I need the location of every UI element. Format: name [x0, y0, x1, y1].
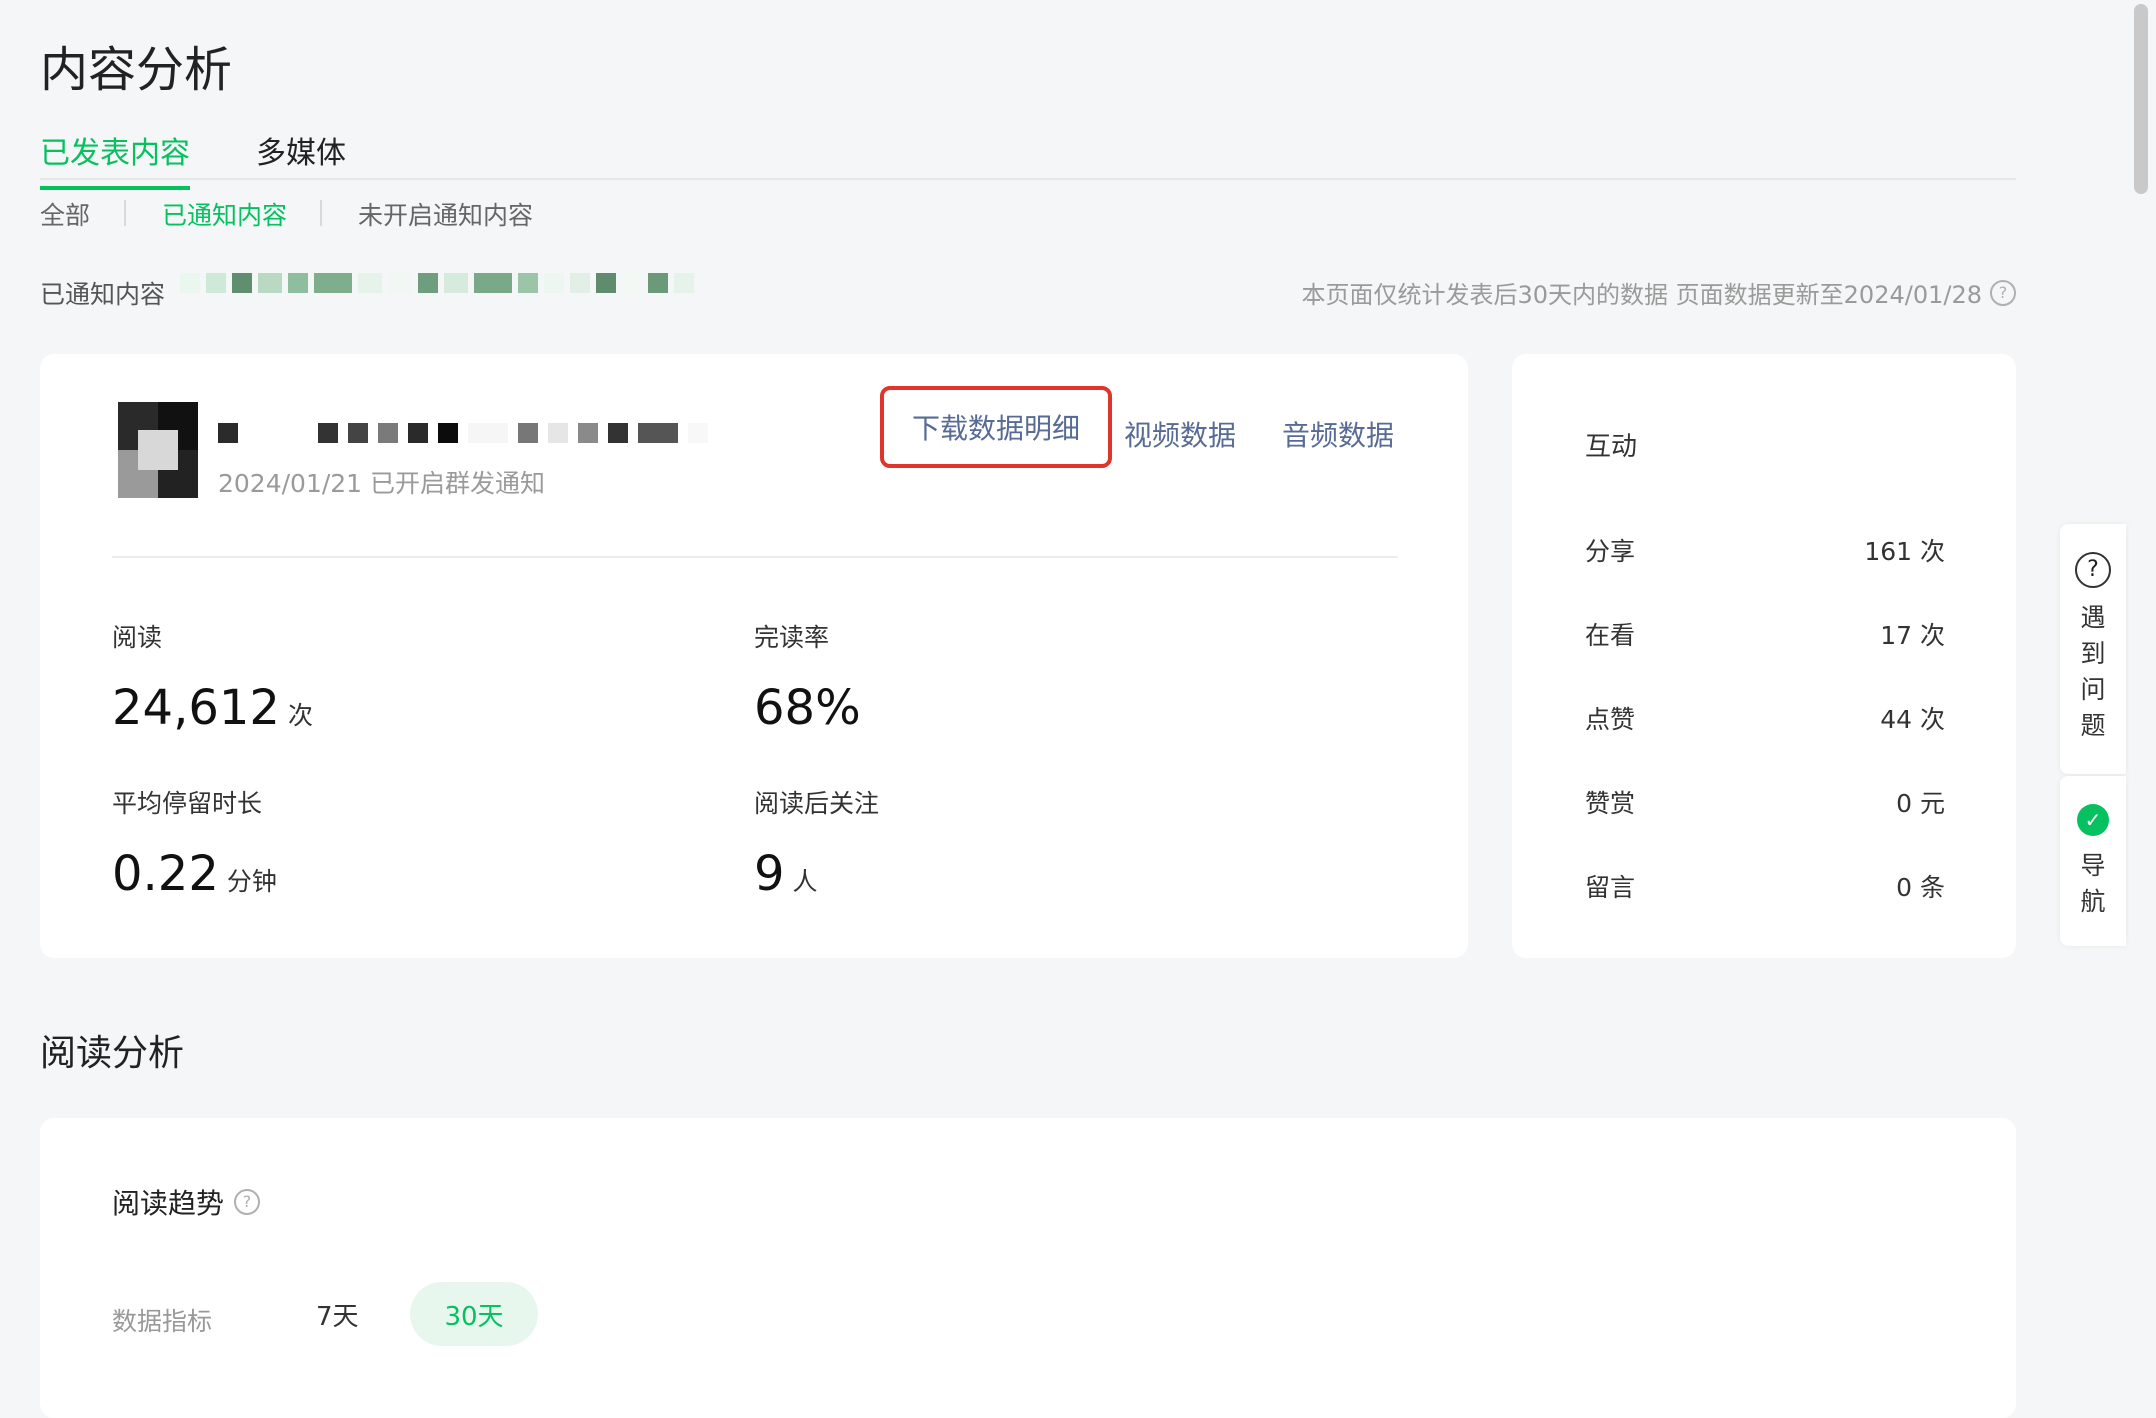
- reading-trend-card: [40, 1118, 2016, 1418]
- help-char: 遇: [2080, 603, 2106, 632]
- interaction-row-value: 0 元: [1896, 789, 1945, 818]
- read-label: 阅读: [112, 623, 163, 652]
- read-value: 24,612: [112, 680, 280, 736]
- subtab-all[interactable]: 全部: [40, 196, 90, 232]
- interaction-row-value: 161 次: [1864, 537, 1945, 566]
- interaction-row-value: 0 条: [1896, 873, 1945, 902]
- stats-note: 本页面仅统计发表后30天内的数据 页面数据更新至2024/01/28 ?: [1301, 275, 2016, 310]
- interaction-row-label: 分享: [1585, 537, 1636, 566]
- interaction-row-label: 留言: [1585, 873, 1636, 902]
- scrollbar-thumb[interactable]: [2134, 4, 2148, 194]
- nav-float-button[interactable]: ✓ 导 航: [2060, 776, 2126, 946]
- tab-published[interactable]: 已发表内容: [40, 128, 190, 190]
- interaction-row-reward: 赞赏 0 元: [1585, 784, 1945, 820]
- nav-char: 航: [2080, 887, 2106, 916]
- interaction-row-value: 17 次: [1880, 621, 1945, 650]
- question-circle-icon: ?: [2075, 552, 2111, 588]
- reading-trend-title: 阅读趋势: [112, 1187, 225, 1220]
- interaction-row-comment: 留言 0 条: [1585, 868, 1945, 904]
- read-unit: 次: [287, 701, 313, 730]
- interaction-row-watching: 在看 17 次: [1585, 616, 1945, 652]
- page-title: 内容分析: [40, 42, 233, 98]
- nav-logo-icon: ✓: [2077, 804, 2109, 836]
- tab-divider: [40, 178, 2016, 180]
- reading-trend-header: 阅读趋势 ?: [112, 1182, 261, 1222]
- scrollbar-track[interactable]: [2130, 0, 2156, 1390]
- completion-metric: 68%: [754, 680, 861, 736]
- video-data-link[interactable]: 视频数据: [1124, 414, 1236, 454]
- interaction-row-label: 点赞: [1585, 705, 1636, 734]
- reading-analysis-title: 阅读分析: [40, 1033, 185, 1074]
- completion-value: 68%: [754, 680, 861, 736]
- avg-stay-label: 平均停留时长: [112, 789, 263, 818]
- read-metric: 24,612 次: [112, 680, 313, 736]
- avg-stay-metric: 0.22 分钟: [112, 846, 277, 902]
- question-circle-icon[interactable]: ?: [234, 1189, 261, 1215]
- follow-after-metric: 9 人: [754, 846, 818, 902]
- article-thumbnail: [118, 402, 198, 498]
- follow-after-label: 阅读后关注: [754, 789, 880, 818]
- subtab-separator: [124, 200, 126, 226]
- follow-after-unit: 人: [792, 867, 818, 896]
- interaction-row-like: 点赞 44 次: [1585, 700, 1945, 736]
- stats-note-text: 本页面仅统计发表后30天内的数据 页面数据更新至2024/01/28: [1301, 281, 1983, 309]
- download-data-button[interactable]: 下载数据明细: [880, 386, 1112, 468]
- interaction-title: 互动: [1585, 432, 1638, 462]
- audio-data-link[interactable]: 音频数据: [1282, 414, 1394, 454]
- article-title-redacted[interactable]: [218, 420, 738, 446]
- subtab-not-notified[interactable]: 未开启通知内容: [358, 196, 533, 232]
- interaction-row-share: 分享 161 次: [1585, 532, 1945, 568]
- notified-label: 已通知内容: [40, 280, 166, 309]
- follow-after-value: 9: [754, 846, 785, 902]
- interaction-row-label: 赞赏: [1585, 789, 1636, 818]
- interaction-row-label: 在看: [1585, 621, 1636, 650]
- card-divider: [112, 556, 1398, 558]
- article-date: 2024/01/21 已开启群发通知: [218, 469, 546, 498]
- subtab-notified[interactable]: 已通知内容: [162, 196, 287, 232]
- interaction-row-value: 44 次: [1880, 705, 1945, 734]
- redacted-content: [180, 262, 760, 304]
- question-circle-icon[interactable]: ?: [1990, 279, 2016, 306]
- help-float-button[interactable]: ? 遇 到 问 题: [2060, 524, 2126, 774]
- metric-filter-label: 数据指标: [112, 1307, 213, 1336]
- avg-stay-unit: 分钟: [226, 867, 277, 896]
- help-char: 题: [2080, 711, 2106, 740]
- avg-stay-value: 0.22: [112, 846, 219, 902]
- help-char: 问: [2080, 675, 2106, 704]
- help-char: 到: [2080, 639, 2106, 668]
- range-30-days-button[interactable]: 30天: [410, 1282, 538, 1346]
- subtab-separator: [320, 200, 322, 226]
- range-7-days-button[interactable]: 7天: [316, 1296, 359, 1333]
- completion-label: 完读率: [754, 623, 830, 652]
- nav-char: 导: [2080, 851, 2106, 880]
